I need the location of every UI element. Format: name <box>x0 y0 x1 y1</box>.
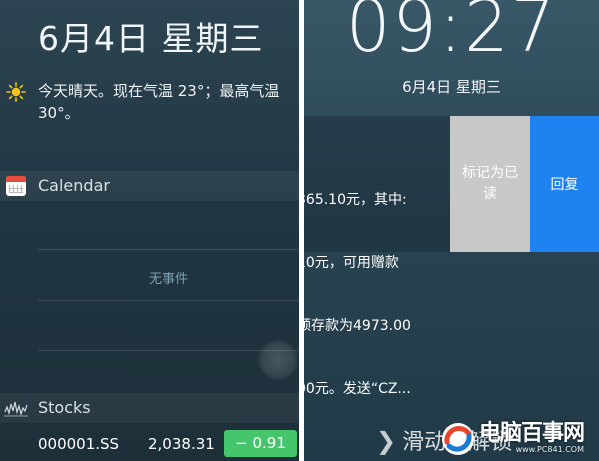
lock-time: 09:27 <box>346 0 557 68</box>
stock-price: 2,038.31 <box>148 435 215 453</box>
assistive-touch-button[interactable] <box>258 340 298 380</box>
stock-change-badge[interactable]: − 0.91 <box>224 430 297 457</box>
stock-symbol: 000001.SS <box>38 435 120 453</box>
sun-icon <box>6 82 26 102</box>
weather-summary: 今天晴天。现在气温 23°；最高气温 30°。 <box>38 82 280 122</box>
notification-line: 预存款为4973.00 <box>304 318 411 334</box>
watermark-logo-icon <box>442 423 474 455</box>
calendar-section-header[interactable]: Calendar <box>0 171 299 201</box>
notification-line: 00元。发送“CZ... <box>304 381 411 397</box>
notification-message: 365.10元，其中: 10元，可用赠款 预存款为4973.00 00元。发送“… <box>304 148 442 442</box>
stock-row[interactable]: 000001.SS 2,038.31 − 0.91 <box>0 428 299 461</box>
lock-date: 6月4日 星期三 <box>402 78 501 96</box>
lock-screen-panel: 09:27 6月4日 星期三 365.10元，其中: 10元，可用赠款 预存款为… <box>304 0 599 461</box>
mark-as-read-button[interactable]: 标记为已读 <box>450 116 530 252</box>
calendar-divider <box>38 249 299 250</box>
message-notification[interactable]: 365.10元，其中: 10元，可用赠款 预存款为4973.00 00元。发送“… <box>304 116 599 397</box>
watermark-url: www.PC841.COM <box>515 445 585 454</box>
reply-button[interactable]: 回复 <box>530 116 599 252</box>
notification-line: 365.10元，其中: <box>304 192 407 208</box>
watermark-text: 电脑百事网 www.PC841.COM <box>479 421 585 455</box>
today-date: 6月4日 星期三 <box>38 19 264 58</box>
calendar-icon <box>6 176 26 196</box>
calendar-divider <box>38 300 299 301</box>
stocks-title: Stocks <box>38 398 91 417</box>
stocks-section-header[interactable]: Stocks <box>0 393 299 423</box>
no-events-label: 无事件 <box>148 272 188 287</box>
site-watermark: 电脑百事网 www.PC841.COM <box>439 419 585 459</box>
notification-line: 10元，可用赠款 <box>304 255 399 271</box>
calendar-title: Calendar <box>38 176 110 195</box>
watermark-name: 电脑百事网 <box>479 421 585 446</box>
chevron-right-icon: ❯ <box>376 427 397 455</box>
stocks-chart-icon <box>4 401 28 417</box>
notification-center-panel: 6月4日 星期三 今天晴天。现在气温 23°；最高气温 30°。 Calenda… <box>0 0 299 461</box>
